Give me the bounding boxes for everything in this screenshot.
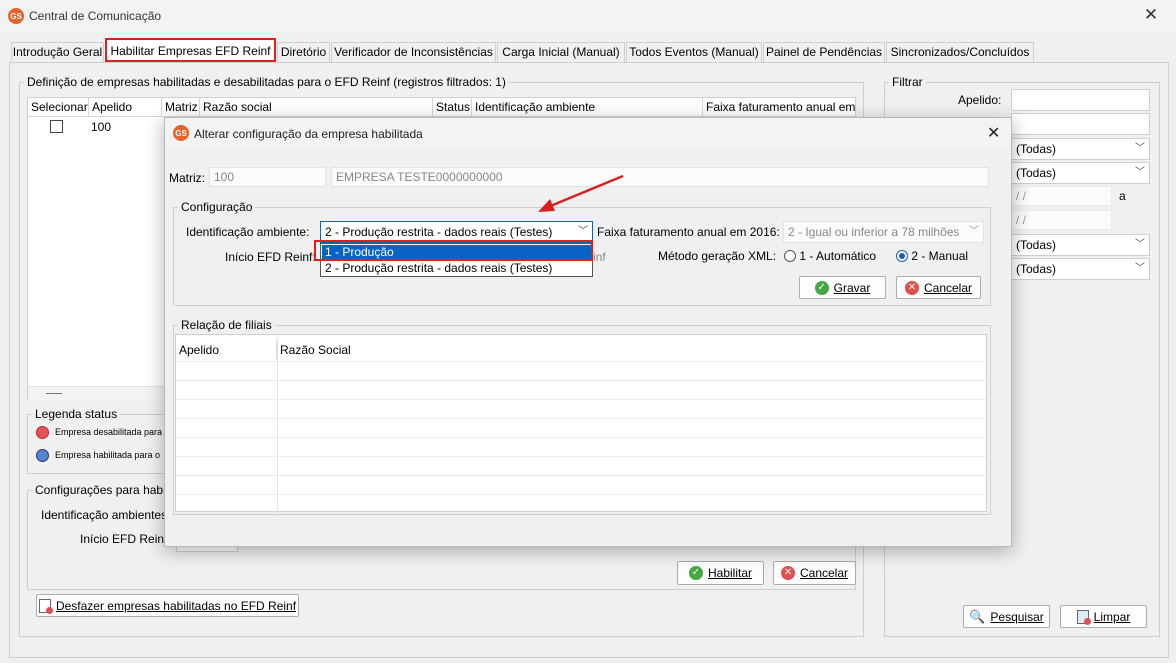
inicio-label: Início EFD Reinf: (225, 250, 316, 264)
col-selecionar[interactable]: Selecionar (28, 98, 89, 116)
filtro-date-2[interactable]: / / (1011, 210, 1112, 230)
filtro-apelido-label: Apelido: (958, 93, 1002, 107)
filtro-razao-input[interactable] (1011, 113, 1150, 135)
config-ident-label: Identificação ambientes (41, 508, 168, 522)
highlight-box (314, 240, 593, 261)
matriz-label: Matriz: (169, 171, 205, 185)
tab-habilitar-empresas[interactable]: Habilitar Empresas EFD Reinf (105, 38, 276, 62)
col-matriz[interactable]: Matriz (162, 98, 200, 116)
tab-introducao-geral[interactable]: Introdução Geral (11, 42, 104, 62)
chevron-down-icon: ﹀ (578, 226, 588, 237)
select-checkbox[interactable] (50, 120, 63, 133)
filtro-combo-1[interactable]: (Todas) ﹀ (1011, 138, 1150, 160)
chevron-down-icon: ﹀ (1135, 239, 1145, 250)
col-faixa-faturamento[interactable]: Faixa faturamento anual em (703, 98, 857, 116)
filiais-col-razao-social[interactable]: Razão Social (277, 341, 977, 359)
filtro-combo-2[interactable]: (Todas) ﹀ (1011, 162, 1150, 184)
col-razao-social[interactable]: Razão social (200, 98, 433, 116)
filtro-combo-3[interactable]: (Todas) ﹀ (1011, 234, 1150, 256)
cancel-icon: ✕ (780, 566, 795, 580)
legenda-title: Legenda status (32, 407, 121, 421)
cancelar-habilitar-button[interactable]: ✕ Cancelar (773, 561, 856, 585)
configuracao-title: Configuração (178, 200, 256, 214)
search-icon: 🔍 (969, 608, 986, 624)
cancelar-dialog-button[interactable]: ✕ Cancelar (896, 276, 981, 299)
app-logo: GS (173, 125, 189, 141)
tab-sincronizados[interactable]: Sincronizados/Concluídos (886, 42, 1034, 62)
tab-diretorio[interactable]: Diretório (277, 42, 330, 62)
option-producao-restrita[interactable]: 2 - Produção restrita - dados reais (Tes… (322, 261, 591, 276)
pesquisar-button[interactable]: 🔍 Pesquisar (963, 605, 1050, 628)
chevron-down-icon: ﹀ (1135, 167, 1145, 178)
config-habilitar-title: Configurações para habi (32, 483, 169, 497)
metodo-manual-radio[interactable]: 2 - Manual (896, 249, 968, 263)
eraser-icon (1076, 609, 1091, 625)
row-apelido: 100 (91, 120, 112, 134)
tab-todos-eventos[interactable]: Todos Eventos (Manual) (626, 42, 762, 62)
filtro-apelido-input[interactable] (1011, 89, 1150, 111)
legenda-group (27, 414, 177, 474)
filtro-date-1[interactable]: / / (1011, 186, 1112, 206)
app-logo: GS (8, 8, 24, 24)
filtro-title: Filtrar (889, 75, 926, 89)
window-title: Central de Comunicação (29, 9, 162, 23)
filiais-grid[interactable]: Apelido Razão Social (175, 334, 987, 513)
chevron-down-icon: ﹀ (969, 226, 979, 237)
check-icon: ✓ (688, 566, 703, 580)
close-icon[interactable]: ✕ (1140, 6, 1162, 26)
faixa-label: Faixa faturamento anual em 2016: (597, 225, 780, 239)
chevron-down-icon: ﹀ (1135, 263, 1145, 274)
tab-carga-inicial[interactable]: Carga Inicial (Manual) (497, 42, 625, 62)
legend-enabled-label: Empresa habilitada para o (55, 450, 161, 460)
config-inicio-label: Início EFD Reinf: (80, 532, 171, 546)
dialog-titlebar: GS Alterar configuração da empresa habil… (165, 118, 1011, 148)
dialog-title: Alterar configuração da empresa habilita… (194, 127, 423, 141)
desfazer-button[interactable]: Desfazer empresas habilitadas no EFD Rei… (36, 594, 299, 617)
annotation-arrow (538, 174, 624, 212)
chevron-down-icon: ﹀ (1135, 143, 1145, 154)
empresas-group-title: Definição de empresas habilitadas e desa… (24, 75, 509, 89)
faixa-select: 2 - Igual ou inferior a 78 milhões ﹀ (783, 221, 984, 243)
filiais-title: Relação de filiais (178, 318, 275, 332)
document-undo-icon (38, 598, 53, 614)
window-titlebar: GS Central de Comunicação ✕ (0, 0, 1176, 32)
filtro-date-range-sep: a (1119, 189, 1126, 203)
col-identificacao-ambiente[interactable]: Identificação ambiente (472, 98, 703, 116)
tab-verificador[interactable]: Verificador de Inconsistências (331, 42, 496, 62)
matriz-code-field: 100 (209, 167, 326, 187)
gravar-button[interactable]: ✓ Gravar (799, 276, 886, 299)
status-disabled-icon (36, 426, 49, 439)
filiais-col-apelido[interactable]: Apelido (176, 341, 277, 359)
cancel-icon: ✕ (904, 280, 919, 295)
metodo-label: Método geração XML: (658, 249, 777, 263)
radio-selected-icon (896, 250, 908, 262)
ident-ambiente-label: Identificação ambiente: (186, 225, 310, 239)
col-apelido[interactable]: Apelido (89, 98, 162, 116)
habilitar-button[interactable]: ✓ Habilitar (677, 561, 764, 585)
col-status[interactable]: Status (433, 98, 472, 116)
limpar-button[interactable]: Limpar (1060, 605, 1147, 628)
filtro-combo-4[interactable]: (Todas) ﹀ (1011, 258, 1150, 280)
status-enabled-icon (36, 449, 49, 462)
check-icon: ✓ (814, 280, 829, 295)
metodo-automatico-radio[interactable]: 1 - Automático (784, 249, 876, 263)
inicio-behind-text: inf (593, 250, 606, 264)
legend-disabled-label: Empresa desabilitada para (55, 427, 163, 437)
radio-icon (784, 250, 796, 262)
tab-painel-pendencias[interactable]: Painel de Pendências (763, 42, 885, 62)
matriz-name-field: EMPRESA TESTE0000000000 (331, 167, 989, 187)
close-icon[interactable]: ✕ (987, 123, 1000, 143)
